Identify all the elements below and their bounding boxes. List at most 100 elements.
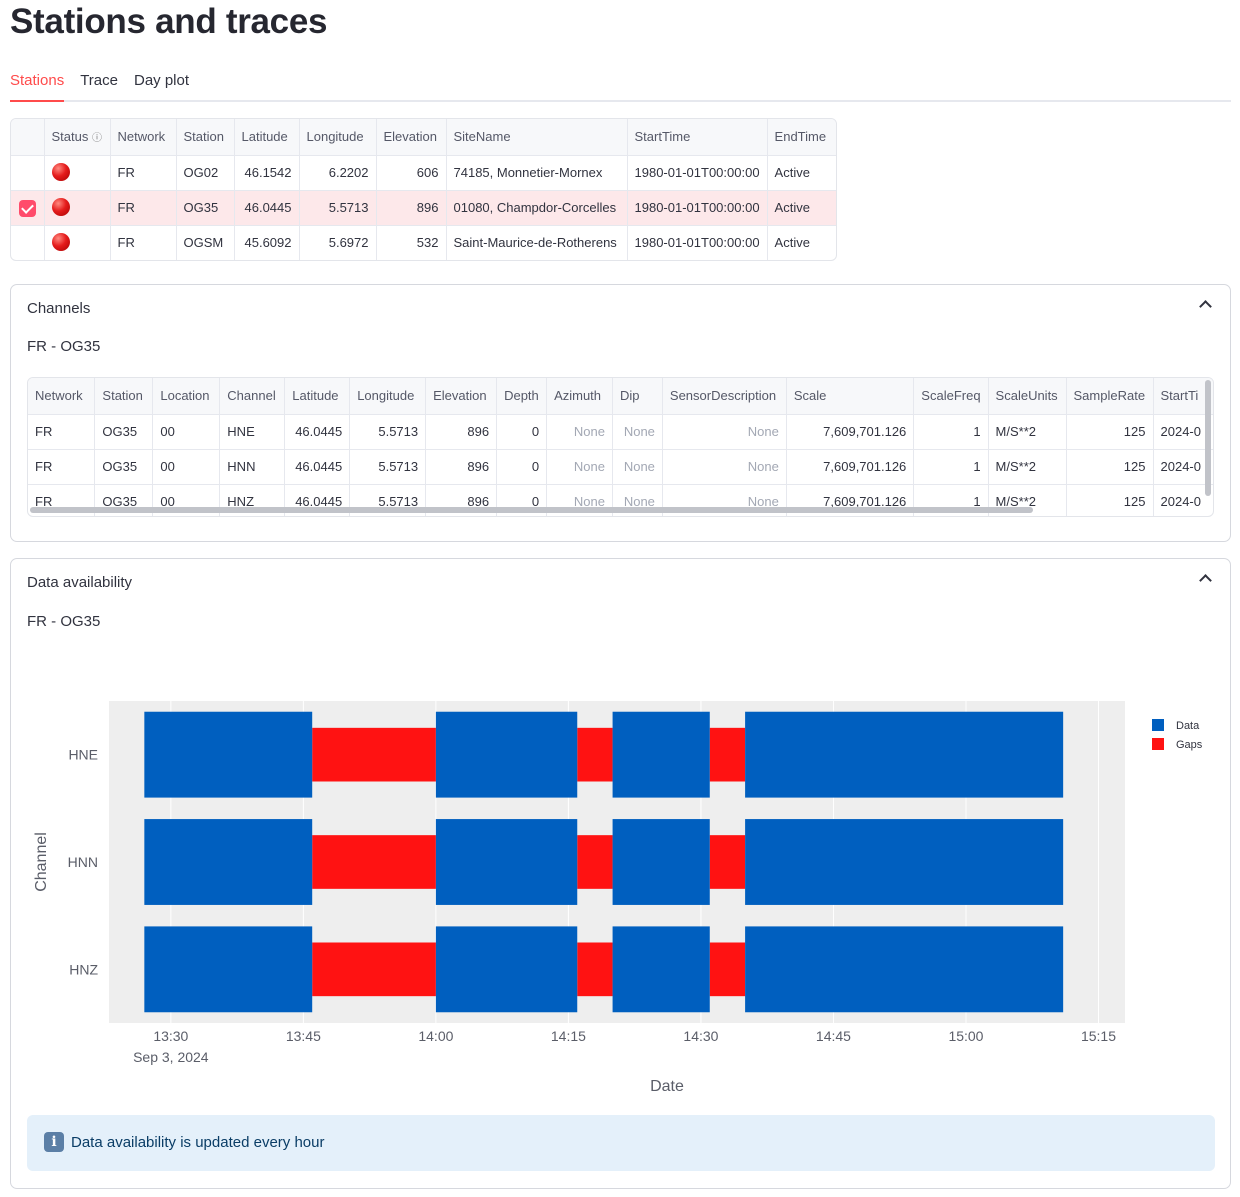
column-header-samplerate[interactable]: SampleRate <box>1066 378 1154 415</box>
y-tick-label: HNN <box>68 854 98 870</box>
startti-cell: 2024-0 <box>1153 414 1213 450</box>
table-row[interactable]: FR OGSM 45.6092 5.6972 532 Saint-Maurice… <box>11 225 836 260</box>
samplerate-cell: 125 <box>1066 484 1154 516</box>
x-tick-label: 14:15 <box>551 1028 586 1044</box>
column-header-sitename[interactable]: SiteName <box>446 119 628 156</box>
data-bar <box>144 711 313 798</box>
column-header-station[interactable]: Station <box>94 378 154 415</box>
row-select-cell[interactable] <box>11 225 45 260</box>
depth-cell: 0 <box>496 449 548 485</box>
gap-bar <box>312 727 436 782</box>
scale-cell: 7,609,701.126 <box>786 414 915 450</box>
column-header-starttime[interactable]: StartTi <box>1153 378 1213 415</box>
station-cell: OG02 <box>176 155 235 191</box>
channel-cell: HNN <box>219 449 286 485</box>
column-header-starttime[interactable]: StartTime <box>627 119 768 156</box>
select-column-header[interactable] <box>11 119 45 156</box>
latitude-cell: 46.1542 <box>234 155 300 191</box>
table-row[interactable]: FR OG02 46.1542 6.2202 606 74185, Monnet… <box>11 155 837 191</box>
column-header-location[interactable]: Location <box>152 378 221 415</box>
table-row[interactable]: FR OG35 00 HNN 46.0445 5.5713 896 0 None None None… <box>28 449 1213 485</box>
red-circle-icon <box>51 233 70 252</box>
azimuth-cell: None <box>546 449 613 485</box>
column-header-network[interactable]: Network <box>110 119 177 156</box>
column-header-elevation[interactable]: Elevation <box>425 378 498 415</box>
row-select-cell[interactable] <box>11 190 45 226</box>
startti-cell: 2024-0 <box>1153 449 1213 485</box>
red-circle-icon <box>51 163 70 181</box>
tab-bar: Stations Trace Day plot <box>10 70 1231 102</box>
tab-day-plot[interactable]: Day plot <box>134 70 189 102</box>
vertical-scrollbar[interactable] <box>1205 380 1211 496</box>
column-header-scale[interactable]: Scale <box>786 378 915 415</box>
gap-bar <box>709 942 746 997</box>
column-header-dip[interactable]: Dip <box>612 378 663 415</box>
status-cell <box>44 190 111 226</box>
azimuth-cell: None <box>546 414 613 450</box>
gap-bar <box>709 835 746 889</box>
chevron-up-icon[interactable] <box>1200 299 1210 309</box>
column-header-endtime[interactable]: EndTime <box>767 119 837 156</box>
channels-expander: Channels FR - OG35 Network Station Locat… <box>10 284 1231 542</box>
elevation-cell: 532 <box>376 225 447 260</box>
checkbox-checked-icon[interactable] <box>18 199 36 217</box>
data-bar <box>745 926 1064 1013</box>
latitude-cell: 46.0445 <box>284 449 351 485</box>
sensordescription-cell: None <box>662 449 787 485</box>
column-header-azimuth[interactable]: Azimuth <box>546 378 613 415</box>
column-header-scaleunits[interactable]: ScaleUnits <box>988 378 1067 415</box>
table-row-selected[interactable]: FR OG35 46.0445 5.5713 896 01080, Champd… <box>11 190 837 226</box>
elevation-cell: 606 <box>376 155 447 191</box>
column-header-network[interactable]: Network <box>28 378 96 415</box>
channels-panel-title[interactable]: Channels <box>27 300 90 317</box>
column-header-status[interactable]: Status ⓘ <box>44 119 111 156</box>
page-title: Stations and traces <box>10 2 328 41</box>
info-icon[interactable]: ⓘ <box>92 133 102 144</box>
column-header-latitude[interactable]: Latitude <box>234 119 300 156</box>
data-bar <box>435 711 578 798</box>
samplerate-cell: 125 <box>1066 414 1154 450</box>
table-row[interactable]: FR OG35 00 HNE 46.0445 5.5713 896 0 None None None… <box>28 414 1213 450</box>
info-message: Data availability is updated every hour <box>71 1134 325 1151</box>
column-header-station[interactable]: Station <box>176 119 235 156</box>
sensordescription-cell: None <box>662 414 787 450</box>
y-axis-title: Channel <box>33 832 50 892</box>
x-tick-label: 13:30 <box>153 1028 188 1044</box>
column-header-depth[interactable]: Depth <box>496 378 548 415</box>
latitude-cell: 45.6092 <box>234 225 300 260</box>
x-tick-label: 15:00 <box>948 1028 983 1044</box>
column-header-sensordescription[interactable]: SensorDescription <box>662 378 787 415</box>
column-header-channel[interactable]: Channel <box>219 378 286 415</box>
station-cell: OGSM <box>176 225 235 260</box>
tab-stations[interactable]: Stations <box>10 70 65 102</box>
sitename-cell: 74185, Monnetier-Mornex <box>446 155 628 191</box>
column-header-latitude[interactable]: Latitude <box>284 378 351 415</box>
data-bar <box>612 819 710 905</box>
data-bar <box>745 711 1064 798</box>
availability-chart[interactable]: 13:30 13:45 14:00 14:15 14:30 14:45 15:00 15:15… <box>11 559 1230 1109</box>
legend-label: Gaps <box>1176 739 1203 751</box>
longitude-cell: 6.2202 <box>299 155 377 191</box>
x-tick-label: 13:45 <box>286 1028 321 1044</box>
tab-trace[interactable]: Trace <box>80 70 118 102</box>
column-header-longitude[interactable]: Longitude <box>349 378 427 415</box>
location-cell: 00 <box>152 449 221 485</box>
depth-cell: 0 <box>496 414 548 450</box>
y-tick-label: HNE <box>68 747 98 763</box>
endtime-cell: Active <box>767 190 837 226</box>
gap-bar <box>312 835 436 889</box>
channels-table[interactable]: Network Station Location Channel Latitud… <box>27 377 1214 517</box>
gap-bar <box>577 835 613 889</box>
endtime-cell: Active <box>774 235 810 251</box>
column-header-elevation[interactable]: Elevation <box>376 119 447 156</box>
station-cell: OG35 <box>94 449 154 485</box>
data-bar <box>435 926 578 1013</box>
data-bar <box>144 819 313 905</box>
column-header-scalefreq[interactable]: ScaleFreq <box>913 378 989 415</box>
starttime-cell: 1980-01-01T00:00:00 <box>627 225 768 260</box>
horizontal-scrollbar[interactable] <box>30 507 1033 513</box>
station-cell: OG35 <box>176 190 235 226</box>
status-cell <box>44 225 111 260</box>
row-select-cell[interactable] <box>11 155 45 191</box>
column-header-longitude[interactable]: Longitude <box>299 119 377 156</box>
